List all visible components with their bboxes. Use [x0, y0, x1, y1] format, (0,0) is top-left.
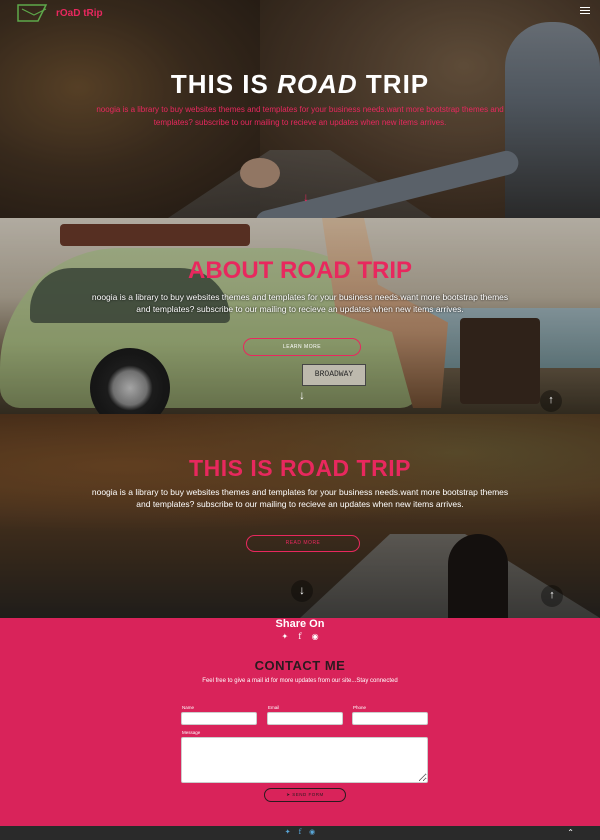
contact-title: CONTACT ME — [254, 658, 346, 673]
footer: ✦ f ◉ ⌃ — [0, 826, 600, 840]
hero-title: THIS IS ROAD TRIP — [0, 69, 600, 100]
hero-title-emphasis: ROAD — [277, 69, 358, 99]
send-icon: ➤ — [286, 792, 291, 797]
name-label: Name — [182, 705, 195, 710]
navbar: rOaD tRip — [0, 0, 600, 26]
email-field[interactable] — [267, 712, 343, 725]
contact-subtitle: Feel free to give a mail id for more upd… — [202, 678, 398, 684]
hero-section: rOaD tRip THIS IS ROAD TRIP noogia is a … — [0, 0, 600, 218]
name-field[interactable] — [181, 712, 257, 725]
menu-icon[interactable] — [580, 7, 590, 15]
phone-label: Phone — [353, 705, 367, 710]
about-section: BROADWAY ABOUT ROAD TRIP noogia is a lib… — [0, 218, 600, 414]
hero-title-prefix: THIS IS — [170, 69, 269, 99]
phone-field[interactable] — [352, 712, 428, 725]
share-icons: ✦ f ◉ — [0, 632, 600, 641]
about-description: noogia is a library to buy websites them… — [91, 292, 509, 314]
about-title: ABOUT ROAD TRIP — [188, 257, 412, 284]
arrow-down-icon[interactable]: ↓ — [291, 580, 313, 602]
arrow-up-icon[interactable]: ↑ — [541, 585, 563, 607]
twitter-icon[interactable]: ✦ — [281, 632, 288, 641]
twitter-icon[interactable]: ✦ — [285, 829, 291, 836]
hero-title-suffix: TRIP — [365, 69, 430, 99]
arrow-down-icon[interactable]: ↓ — [290, 384, 314, 408]
instagram-icon[interactable]: ◉ — [309, 829, 315, 836]
arrow-down-icon[interactable]: ↓ — [294, 186, 318, 210]
send-form-button[interactable]: ➤ SEND FORM — [264, 788, 346, 802]
instagram-icon[interactable]: ◉ — [312, 632, 319, 641]
logo-icon[interactable] — [16, 3, 50, 23]
read-more-button[interactable]: READ MORE — [246, 535, 360, 552]
page: rOaD tRip THIS IS ROAD TRIP noogia is a … — [0, 0, 600, 840]
trip-section: THIS IS ROAD TRIP noogia is a library to… — [0, 414, 600, 618]
share-title: Share On — [275, 618, 325, 630]
facebook-icon[interactable]: f — [299, 828, 302, 836]
trip-title: THIS IS ROAD TRIP — [189, 455, 411, 481]
arrow-up-icon[interactable]: ↑ — [540, 390, 562, 412]
contact-section: Share On ✦ f ◉ CONTACT ME Feel free to g… — [0, 618, 600, 826]
arrow-up-icon[interactable]: ⌃ — [567, 828, 574, 837]
brand-name[interactable]: rOaD tRip — [56, 8, 103, 19]
trip-description: noogia is a library to buy websites them… — [91, 487, 509, 509]
email-label: Email — [268, 705, 280, 710]
learn-more-button[interactable]: LEARN MORE — [243, 338, 361, 356]
message-field[interactable] — [181, 737, 428, 783]
footer-social-icons: ✦ f ◉ — [0, 828, 600, 836]
facebook-icon[interactable]: f — [298, 632, 301, 641]
send-form-label: SEND FORM — [292, 792, 324, 797]
message-label: Message — [182, 730, 201, 735]
hero-description: noogia is a library to buy websites them… — [96, 105, 504, 127]
